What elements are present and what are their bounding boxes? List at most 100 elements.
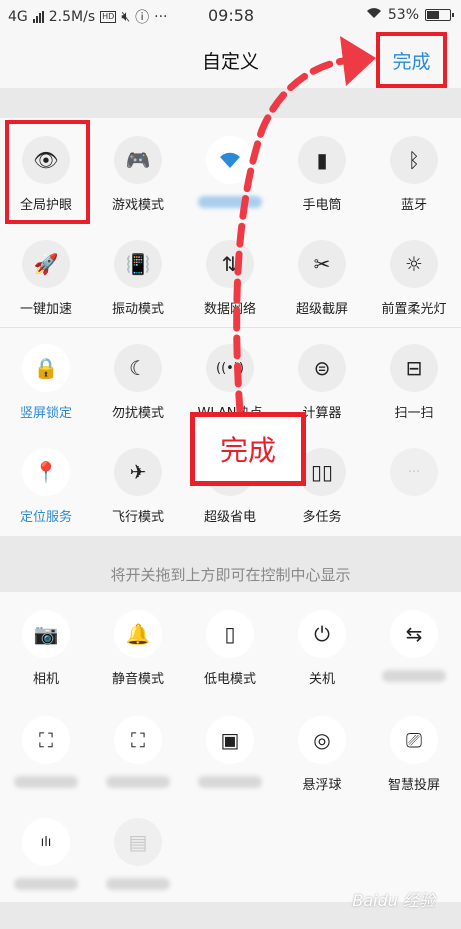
- active-tile[interactable]: ((•))WLAN热点: [184, 344, 276, 421]
- active-tile[interactable]: ⊜ 计算器: [276, 344, 368, 421]
- sd-card-icon: ▤: [114, 818, 162, 866]
- calculator-icon: ⊜: [298, 344, 346, 392]
- available-tile[interactable]: ılı: [0, 818, 92, 890]
- network-type: 4G: [8, 9, 28, 25]
- tile-label: 数据网络: [203, 302, 256, 317]
- tile-label: 振动模式: [111, 302, 164, 317]
- available-tile[interactable]: ▣: [184, 716, 276, 788]
- floating-ball-icon: ◎: [298, 716, 346, 764]
- tile-label: 手电筒: [302, 198, 342, 213]
- hotspot-icon: ((•)): [206, 344, 254, 392]
- available-tile[interactable]: ⎚ 智慧投屏: [368, 716, 460, 793]
- tile-label: 低电模式: [203, 672, 256, 687]
- tile-label: 关机: [308, 672, 335, 687]
- battery-percent: 53%: [387, 7, 419, 23]
- screenshot-icon: ✂: [298, 240, 346, 288]
- alert-icon: ⓘ: [135, 10, 150, 26]
- active-tile[interactable]: ☼ 前置柔光灯: [368, 240, 460, 317]
- available-tile[interactable]: 📷 相机: [0, 610, 92, 687]
- active-tile[interactable]: 🚀 一键加速: [0, 240, 92, 317]
- tile-label: 智慧投屏: [387, 778, 440, 793]
- active-tile[interactable]: [184, 136, 276, 208]
- moon-icon: ☾: [114, 344, 162, 392]
- power-icon: ⏻: [298, 610, 346, 658]
- watermark: Baidu 经验: [352, 891, 435, 910]
- available-tile[interactable]: ▤: [92, 818, 184, 890]
- available-tiles-panel: 📷 相机 🔔 静音模式 ▯ 低电模式 ⏻ 关机 ⇆ ⛶ ⛶ ▣ ◎ 悬浮球 ⎚ 智慧投屏 ılı ▤: [0, 592, 461, 902]
- available-tile[interactable]: ⛶: [92, 716, 184, 788]
- wifi-icon: [206, 136, 254, 184]
- done-callout: 完成: [190, 412, 306, 486]
- cast-icon: ⎚: [390, 716, 438, 764]
- tile-label: 前置柔光灯: [381, 302, 447, 317]
- hd-badge: HD: [100, 11, 117, 23]
- active-tile[interactable]: 🔒 竖屏锁定: [0, 344, 92, 421]
- active-tile[interactable]: ⊟ 扫一扫: [368, 344, 460, 421]
- tile-label: 超级截屏: [295, 302, 348, 317]
- switch-icon: ⇆: [390, 610, 438, 658]
- available-tile[interactable]: 🔔 静音模式: [92, 610, 184, 687]
- low-battery-icon: ▯: [206, 610, 254, 658]
- active-tile[interactable]: ✈ 飞行模式: [92, 448, 184, 525]
- vibrate-icon: 📳: [114, 240, 162, 288]
- gamepad-icon: 🎮: [114, 136, 162, 184]
- tile-label: 游戏模式: [111, 198, 164, 213]
- flashlight-icon: ▮: [298, 136, 346, 184]
- tile-label: 定位服务: [19, 510, 72, 525]
- blurred-label: [198, 196, 262, 208]
- network-speed: 2.5M/s: [48, 9, 96, 25]
- tile-label: 一键加速: [19, 302, 72, 317]
- active-tile[interactable]: 📍 定位服务: [0, 448, 92, 525]
- available-tile[interactable]: ⛶: [0, 716, 92, 788]
- active-tile[interactable]: 🎮 游戏模式: [92, 136, 184, 213]
- drag-hint: 将开关拖到上方即可在控制中心显示: [110, 566, 351, 584]
- crop-scan-icon: ⛶: [114, 716, 162, 764]
- active-tile[interactable]: ᛒ 蓝牙: [368, 136, 460, 213]
- available-tile[interactable]: ◎ 悬浮球: [276, 716, 368, 793]
- active-tile[interactable]: 📳 振动模式: [92, 240, 184, 317]
- blurred-label: [198, 776, 262, 788]
- title-bar: 自定义 完成: [0, 32, 461, 88]
- location-icon: 📍: [22, 448, 70, 496]
- nfc-icon: ▣: [206, 716, 254, 764]
- rocket-icon: 🚀: [22, 240, 70, 288]
- face-scan-icon: ⛶: [22, 716, 70, 764]
- bell-icon: 🔔: [114, 610, 162, 658]
- active-tile[interactable]: ☾ 勿扰模式: [92, 344, 184, 421]
- wifi-status-icon: [366, 7, 382, 23]
- blurred-label: [14, 776, 78, 788]
- more-notifications: ···: [154, 9, 168, 25]
- bluetooth-icon: ᛒ: [390, 136, 438, 184]
- tile-label: 扫一扫: [394, 406, 434, 421]
- active-tile[interactable]: ···: [368, 448, 460, 496]
- more-icon: ···: [390, 448, 438, 496]
- signal-icon: [32, 11, 44, 23]
- rotation-lock-icon: 🔒: [22, 344, 70, 392]
- section-gap: [0, 88, 461, 118]
- tile-label: 静音模式: [111, 672, 164, 687]
- available-tile[interactable]: ⇆: [368, 610, 460, 682]
- available-tile[interactable]: ⏻ 关机: [276, 610, 368, 687]
- tile-label: 悬浮球: [302, 778, 342, 793]
- row-divider: [0, 327, 461, 328]
- available-tile[interactable]: ▯ 低电模式: [184, 610, 276, 687]
- voice-icon: ılı: [22, 818, 70, 866]
- active-tile[interactable]: ✂ 超级截屏: [276, 240, 368, 317]
- camera-icon: 📷: [22, 610, 70, 658]
- tile-label: 飞行模式: [111, 510, 164, 525]
- active-tile[interactable]: ⇅ 数据网络: [184, 240, 276, 317]
- active-tile[interactable]: ▮ 手电筒: [276, 136, 368, 213]
- tile-label: 多任务: [302, 510, 342, 525]
- done-button[interactable]: 完成: [376, 32, 447, 88]
- status-bar: 4G 2.5M/s HD 🔇︎ ⓘ ··· 09:58 53%: [0, 0, 461, 32]
- tile-label: 超级省电: [203, 510, 256, 525]
- soft-light-icon: ☼: [390, 240, 438, 288]
- blurred-label: [106, 878, 170, 890]
- blurred-label: [382, 670, 446, 682]
- airplane-icon: ✈: [114, 448, 162, 496]
- battery-icon: [425, 9, 454, 21]
- blurred-label: [106, 776, 170, 788]
- mute-icon: 🔇︎: [121, 9, 131, 25]
- scan-icon: ⊟: [390, 344, 438, 392]
- status-time: 09:58: [208, 6, 255, 25]
